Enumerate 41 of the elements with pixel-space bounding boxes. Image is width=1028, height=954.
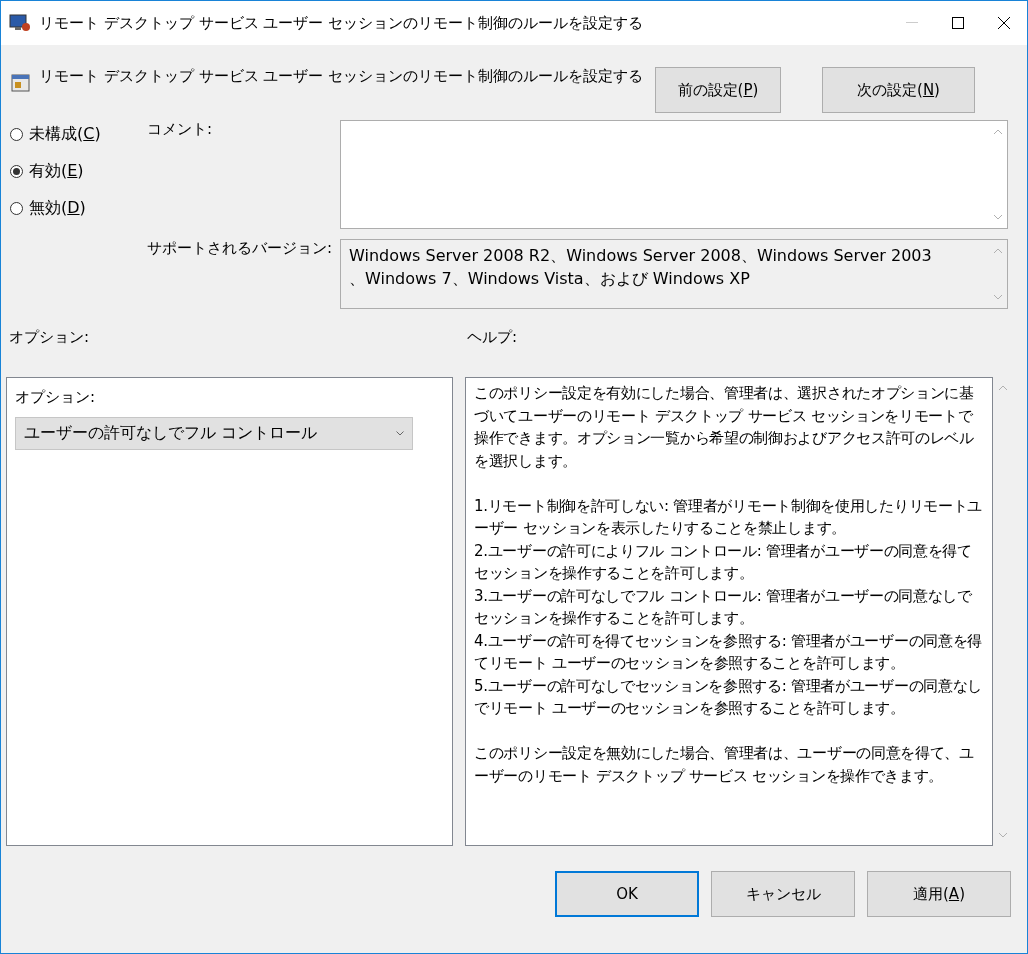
- apply-button[interactable]: 適用(A): [867, 871, 1011, 917]
- help-heading: ヘルプ:: [466, 328, 518, 347]
- help-paragraph: このポリシー設定を有効にした場合、管理者は、選択されたオプションに基づいてユーザーのリモート デスクトップ サービス セッションをリモートで操作できます。オプション一覧から希望の制御およびアクセス許可のレベルを選択します。: [474, 383, 975, 472]
- cancel-button[interactable]: キャンセル: [711, 871, 855, 917]
- minimize-icon: [906, 22, 918, 24]
- help-paragraph: 2.ユーザーの許可によりフル コントロール: 管理者がユーザーの同意を得てセッションを操作することを許可します。: [474, 540, 973, 584]
- scroll-down-icon: [992, 214, 1003, 220]
- maximize-icon: [952, 17, 964, 29]
- help-paragraph: 1.リモート制御を許可しない: 管理者がリモート制御を使用したりリモートユーザー セッションを表示したりすることを禁止します。: [474, 495, 984, 539]
- help-paragraph: このポリシー設定を無効にした場合、管理者は、ユーザーの同意を得て、ユーザーのリモート デスクトップ サービス セッションを操作できます。: [474, 743, 975, 787]
- supported-versions-text: 、Windows 7、Windows Vista、および Windows XP: [349, 268, 751, 290]
- radio-option[interactable]: 無効(D): [10, 198, 147, 219]
- close-icon: [997, 16, 1011, 30]
- window-title: リモート デスクトップ サービス ユーザー セッションのリモート制御のルールを設定する: [39, 13, 645, 33]
- radio-circle[interactable]: [10, 128, 23, 141]
- ok-button[interactable]: OK: [555, 871, 699, 917]
- help-paragraph: 5.ユーザーの許可なしでセッションを参照する: 管理者がユーザーの同意なしでリモート ユーザーのセッションを参照することを許可します。: [474, 675, 984, 719]
- radio-option[interactable]: 有効(E): [10, 161, 147, 182]
- next-setting-button[interactable]: 次の設定(N): [822, 67, 975, 113]
- supported-versions-text: Windows Server 2008 R2、Windows Server 2008、Windows Server 2003: [349, 245, 933, 267]
- radio-option[interactable]: 未構成(C): [10, 124, 147, 145]
- comment-field[interactable]: [340, 120, 1008, 229]
- scroll-up-icon: [998, 385, 1008, 391]
- options-heading: オプション:: [8, 328, 90, 347]
- policy-icon: [11, 73, 31, 93]
- scroll-up-icon: [992, 248, 1003, 254]
- help-paragraph: 4.ユーザーの許可を得てセッションを参照する: 管理者がユーザーの同意を得てリモート ユーザーのセッションを参照することを許可します。: [474, 630, 984, 674]
- radio-circle[interactable]: [10, 202, 23, 215]
- options-label: オプション:: [15, 388, 97, 407]
- policy-title: リモート デスクトップ サービス ユーザー セッションのリモート制御のルールを設定する: [39, 67, 645, 86]
- scroll-down-icon: [992, 294, 1003, 300]
- chevron-down-icon: [396, 431, 404, 436]
- scroll-up-icon: [992, 129, 1003, 135]
- radio-circle[interactable]: [10, 165, 23, 178]
- options-dropdown[interactable]: ユーザーの許可なしでフル コントロール: [15, 417, 413, 450]
- supported-label: サポートされるバージョン:: [147, 239, 334, 259]
- help-paragraph: 3.ユーザーの許可なしでフル コントロール: 管理者がユーザーの同意なしでセッションを操作することを許可します。: [474, 585, 973, 629]
- monitor-icon: [9, 13, 31, 33]
- scroll-down-icon: [998, 832, 1008, 838]
- comment-label: コメント:: [147, 120, 214, 140]
- previous-setting-button[interactable]: 前の設定(P): [655, 67, 781, 113]
